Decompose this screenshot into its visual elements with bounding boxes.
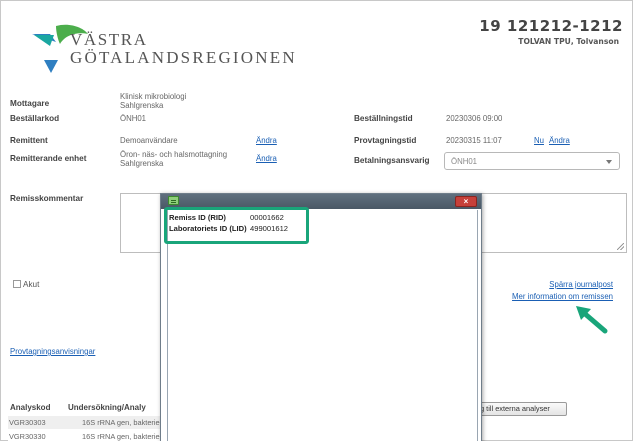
akut-checkbox[interactable] — [13, 280, 21, 288]
logo-line1: VÄSTRA — [70, 30, 148, 49]
bestallningstid-label: Beställningstid — [354, 114, 413, 123]
window-icon — [168, 196, 179, 205]
mer-information-link[interactable]: Mer information om remissen — [512, 292, 613, 301]
betalningsansvarig-label: Betalningsansvarig — [354, 156, 430, 165]
patient-name: TOLVAN TPU, Tolvanson — [518, 37, 619, 46]
mottagare-value: Klinisk mikrobiologi Sahlgrenska — [120, 92, 186, 110]
resize-grip-icon[interactable] — [617, 243, 624, 250]
table-row[interactable]: VGR30303 16S rRNA gen, bakterie — [8, 416, 160, 429]
external-analyses-button[interactable]: g till externa analyser — [470, 402, 567, 416]
bestallningstid-value: 20230306 09:00 — [446, 114, 503, 123]
betalningsansvarig-selected: ÖNH01 — [451, 157, 477, 166]
table-row[interactable]: VGR30330 16S rRNA gen, bakterie — [8, 430, 160, 441]
row-desc: 16S rRNA gen, bakterie — [82, 432, 160, 441]
logo-line2: GÖTALANDSREGIONEN — [70, 48, 297, 67]
provtagningstid-now-link[interactable]: Nu — [534, 136, 544, 145]
provtagningstid-value: 20230315 11:07 — [446, 136, 502, 145]
close-button[interactable]: × — [455, 196, 477, 207]
akut-label: Akut — [23, 280, 40, 289]
provtagningstid-change-link[interactable]: Ändra — [549, 136, 570, 145]
mottagare-value-line2: Sahlgrenska — [120, 101, 164, 110]
row-code: VGR30330 — [9, 432, 46, 441]
id-highlight-box — [164, 207, 309, 244]
vgr-logo-text: VÄSTRA GÖTALANDSREGIONEN — [70, 31, 297, 67]
col-header-undersokning: Undersökning/Analy — [68, 403, 146, 412]
sparra-journalpost-link[interactable]: Spärra journalpost — [549, 280, 613, 289]
dialog-body — [167, 210, 478, 441]
provtagningstid-label: Provtagningstid — [354, 136, 417, 145]
remittent-change-link[interactable]: Ändra — [256, 136, 277, 145]
remitterande-enhet-value: Öron- näs- och halsmottagning Sahlgrensk… — [120, 150, 227, 168]
row-code: VGR30303 — [9, 418, 46, 427]
mottagare-value-line1: Klinisk mikrobiologi — [120, 92, 187, 101]
betalningsansvarig-select[interactable]: ÖNH01 — [444, 152, 620, 170]
remitterande-enhet-line2: Sahlgrenska — [120, 159, 164, 168]
row-desc: 16S rRNA gen, bakterie — [82, 418, 160, 427]
remitterande-enhet-change-link[interactable]: Ändra — [256, 154, 277, 163]
remittent-value: Demoanvändare — [120, 136, 178, 145]
remisskommentar-label: Remisskommentar — [10, 194, 84, 203]
remittent-label: Remittent — [10, 136, 48, 145]
remitterande-enhet-line1: Öron- näs- och halsmottagning — [120, 150, 228, 159]
mottagare-label: Mottagare — [10, 99, 50, 108]
col-header-analyskod: Analyskod — [10, 403, 51, 412]
remitterande-enhet-label: Remitterande enhet — [10, 154, 87, 163]
chevron-down-icon — [606, 160, 612, 164]
bestallarkod-value: ÖNH01 — [120, 114, 146, 123]
bestallarkod-label: Beställarkod — [10, 114, 60, 123]
patient-id: 19 121212-1212 — [479, 17, 623, 35]
annotation-arrow-icon — [576, 306, 608, 334]
provtagningsanvisningar-link[interactable]: Provtagningsanvisningar — [10, 347, 95, 356]
